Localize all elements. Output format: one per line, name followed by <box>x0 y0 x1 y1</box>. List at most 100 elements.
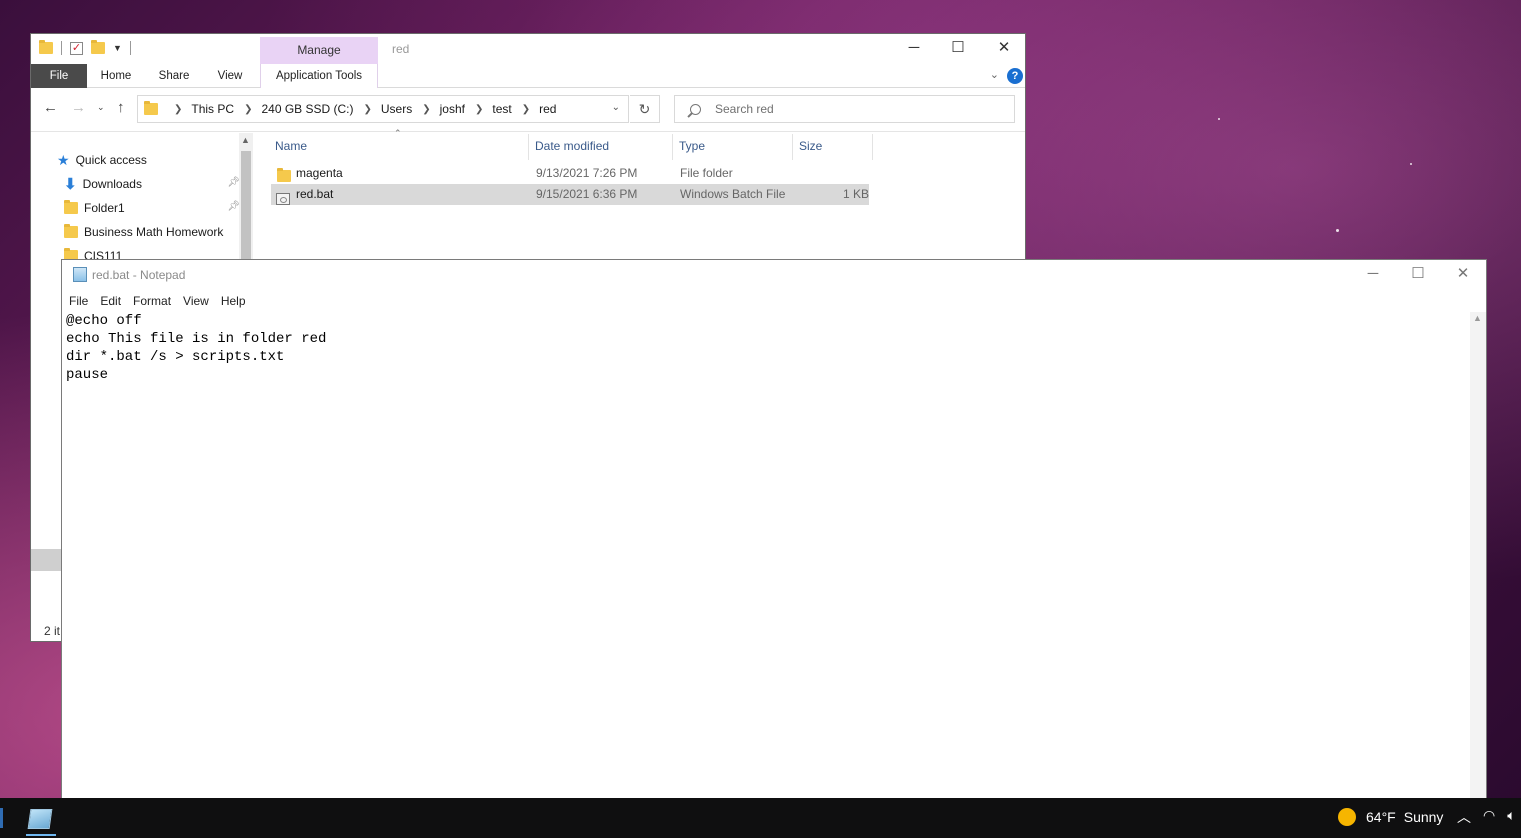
search-input[interactable]: Search red <box>674 95 1015 123</box>
manage-tab[interactable]: Manage <box>260 37 378 64</box>
recent-locations-icon[interactable]: ⌄ <box>97 102 105 113</box>
file-name: red.bat <box>296 187 334 201</box>
folder-icon <box>144 101 158 115</box>
file-date: 9/15/2021 6:36 PM <box>536 187 638 201</box>
chevron-right-icon: ❯ <box>244 103 253 115</box>
notepad-icon <box>27 809 53 829</box>
menu-help[interactable]: Help <box>221 290 246 312</box>
chevron-right-icon: ❯ <box>521 103 531 115</box>
chevron-right-icon: ❯ <box>363 103 372 115</box>
scroll-up-icon[interactable]: ▲ <box>241 135 250 145</box>
refresh-button[interactable]: ↻ <box>630 95 660 123</box>
breadcrumb-test[interactable]: test <box>492 102 511 116</box>
nav-item-downloads[interactable]: ⬇ Downloads 📌︎ <box>64 173 240 195</box>
weather-condition: Sunny <box>1403 809 1444 825</box>
file-list-header: ⌃ Name Date modified Type Size <box>269 128 909 160</box>
tab-application-tools[interactable]: Application Tools <box>260 64 378 88</box>
file-date: 9/13/2021 7:26 PM <box>536 166 638 180</box>
nav-item-label: Quick access <box>75 153 147 167</box>
breadcrumb-drive[interactable]: 240 GB SSD (C:) <box>261 102 353 116</box>
menu-edit[interactable]: Edit <box>100 290 121 312</box>
download-icon: ⬇ <box>64 176 77 193</box>
volume-icon[interactable]: 🔈︎ <box>1507 807 1515 827</box>
tab-home[interactable]: Home <box>93 64 139 88</box>
system-tray: ︿ ◠ 🔈︎ <box>1457 807 1516 827</box>
address-row: ← → ⌄ ↑ ❯ This PC ❯ 240 GB SSD (C:) ❯ Us… <box>31 88 1025 132</box>
chevron-down-icon[interactable]: ⌄ <box>612 102 620 113</box>
close-button[interactable]: ✕ <box>1440 260 1486 290</box>
show-hidden-icons-icon[interactable]: ︿ <box>1457 807 1471 827</box>
nav-item-folder1[interactable]: Folder1 📌︎ <box>64 197 240 219</box>
sun-icon <box>1338 808 1356 826</box>
window-title: red.bat - Notepad <box>92 268 186 282</box>
minimize-button[interactable]: ─ <box>1350 260 1396 290</box>
wallpaper-star <box>1218 118 1220 120</box>
menu-view[interactable]: View <box>183 290 209 312</box>
file-size: 1 KB <box>843 187 870 201</box>
back-arrow-icon[interactable]: ← <box>43 99 58 116</box>
taskbar-notepad-button[interactable] <box>22 802 60 836</box>
start-edge-indicator <box>0 808 3 828</box>
up-arrow-icon[interactable]: ↑ <box>117 99 125 116</box>
expand-ribbon-icon[interactable]: ⌄ <box>990 68 999 81</box>
column-size[interactable]: Size <box>793 134 873 160</box>
wallpaper-star <box>1410 163 1412 165</box>
breadcrumb-joshf[interactable]: joshf <box>440 102 465 116</box>
close-button[interactable]: ✕ <box>981 34 1027 64</box>
file-type: File folder <box>680 166 733 180</box>
new-folder-icon[interactable] <box>91 40 105 54</box>
maximize-button[interactable]: ☐ <box>1395 260 1441 290</box>
properties-icon[interactable]: ✓ <box>70 41 83 55</box>
help-icon[interactable]: ? <box>1007 68 1023 84</box>
ribbon-tabs: File Home Share View Application Tools ⌄… <box>31 64 1025 88</box>
editor-scrollbar[interactable]: ▲ <box>1470 312 1486 803</box>
explorer-titlebar: ✓ ▼ Manage red ─ ☐ ✕ <box>31 34 1025 64</box>
notepad-window: red.bat - Notepad ─ ☐ ✕ File Edit Format… <box>61 259 1487 804</box>
breadcrumb-users[interactable]: Users <box>381 102 412 116</box>
scroll-up-icon[interactable]: ▲ <box>1473 313 1482 323</box>
quick-access-toolbar: ✓ ▼ <box>39 40 131 55</box>
nav-item-quick-access[interactable]: ★ Quick access <box>57 149 257 171</box>
tab-share[interactable]: Share <box>151 64 197 88</box>
weather-widget[interactable]: 64°F Sunny <box>1338 808 1451 826</box>
menu-format[interactable]: Format <box>133 290 171 312</box>
separator <box>129 41 131 55</box>
minimize-button[interactable]: ─ <box>891 34 937 64</box>
notepad-titlebar: red.bat - Notepad ─ ☐ ✕ <box>62 260 1486 290</box>
star-icon: ★ <box>57 151 70 168</box>
weather-temperature: 64°F <box>1366 809 1396 825</box>
tab-view[interactable]: View <box>207 64 253 88</box>
nav-item-label: Folder1 <box>84 201 125 215</box>
file-row-magenta[interactable]: magenta 9/13/2021 7:26 PM File folder <box>271 163 869 184</box>
nav-item-label: Business Math Homework <box>84 225 224 239</box>
column-name[interactable]: Name <box>269 134 529 160</box>
forward-arrow-icon[interactable]: → <box>71 99 86 116</box>
file-row-red-bat[interactable]: red.bat 9/15/2021 6:36 PM Windows Batch … <box>271 184 869 205</box>
search-icon <box>690 104 701 115</box>
menu-file[interactable]: File <box>69 290 88 312</box>
text-editor[interactable]: @echo off echo This file is in folder re… <box>62 312 1470 803</box>
breadcrumb-this-pc[interactable]: This PC <box>191 102 234 116</box>
batch-file-icon <box>276 192 290 205</box>
window-title: red <box>392 42 410 56</box>
tab-file[interactable]: File <box>31 64 87 88</box>
nav-item-business-math-homework[interactable]: Business Math Homework <box>64 221 239 243</box>
chevron-right-icon: ❯ <box>174 103 183 115</box>
separator <box>61 41 62 55</box>
address-bar[interactable]: ❯ This PC ❯ 240 GB SSD (C:) ❯ Users ❯ jo… <box>137 95 629 123</box>
folder-icon <box>64 224 78 238</box>
column-date-modified[interactable]: Date modified <box>529 134 673 160</box>
scrollbar-thumb[interactable] <box>241 151 251 261</box>
chevron-right-icon: ❯ <box>422 103 431 115</box>
chevron-right-icon: ❯ <box>474 103 484 115</box>
customize-toolbar-icon[interactable]: ▼ <box>113 43 122 53</box>
wallpaper-star <box>1336 229 1339 232</box>
status-bar-text: 2 it <box>44 624 61 638</box>
active-indicator <box>26 834 56 836</box>
network-icon[interactable]: ◠ <box>1483 807 1495 827</box>
folder-icon[interactable] <box>39 40 53 54</box>
column-type[interactable]: Type <box>673 134 793 160</box>
menu-bar: File Edit Format View Help <box>62 290 1486 312</box>
breadcrumb-red[interactable]: red <box>539 102 556 116</box>
maximize-button[interactable]: ☐ <box>935 34 981 64</box>
